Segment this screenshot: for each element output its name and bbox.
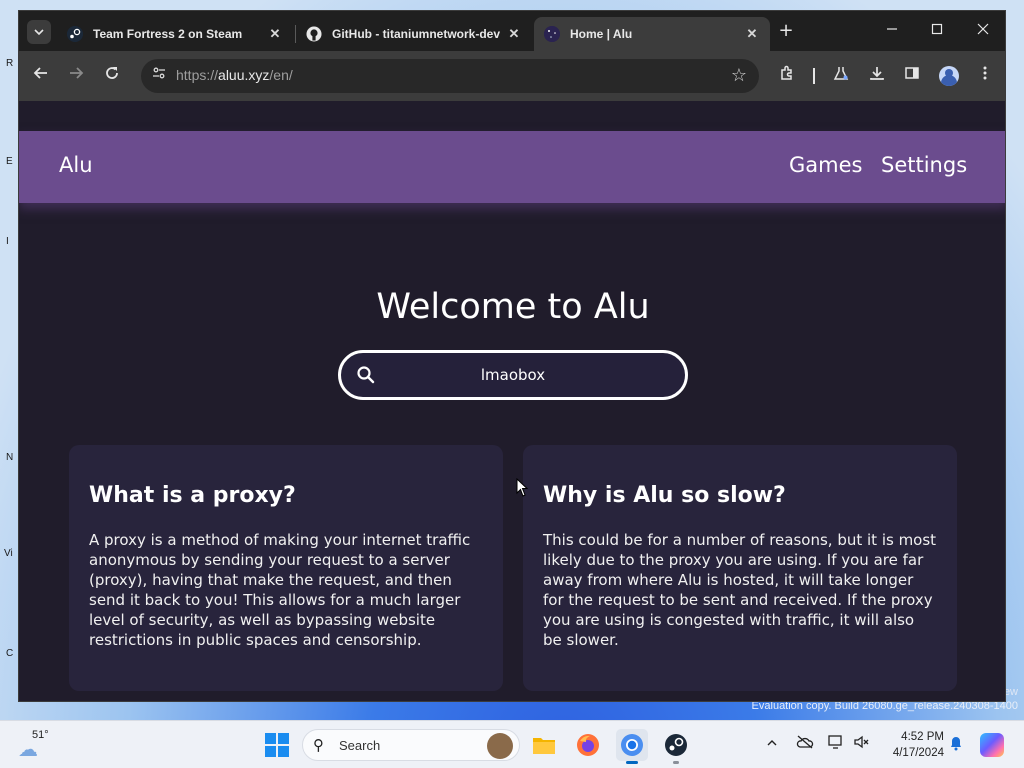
desktop-icon-label[interactable]: N xyxy=(6,452,13,463)
profile-avatar[interactable] xyxy=(939,66,959,86)
volume-muted-icon[interactable] xyxy=(852,735,872,755)
desktop-icon-strip: R E I N Vi C xyxy=(0,0,20,720)
side-panel-icon[interactable] xyxy=(899,63,925,89)
folder-icon xyxy=(533,738,555,754)
maximize-icon xyxy=(931,23,943,35)
github-icon xyxy=(306,26,322,42)
firefox-icon xyxy=(577,734,599,756)
system-clock[interactable]: 4:52 PM 4/17/2024 xyxy=(884,729,944,761)
minimize-button[interactable] xyxy=(870,19,914,43)
close-window-button[interactable] xyxy=(961,19,1005,43)
toolbar-divider xyxy=(813,68,815,84)
download-icon[interactable] xyxy=(864,63,890,89)
new-tab-button[interactable]: + xyxy=(775,21,797,43)
page-content: Alu Games Settings Welcome to Alu lmaobo… xyxy=(19,101,1005,701)
display-icon[interactable] xyxy=(826,735,846,755)
minimize-icon xyxy=(887,28,897,30)
file-explorer-app[interactable] xyxy=(528,729,560,761)
tab-strip: Team Fortress 2 on Steam ✕ GitHub - tita… xyxy=(19,11,1005,51)
running-app-indicator xyxy=(673,761,679,764)
tab-label: Home | Alu xyxy=(570,27,633,41)
reload-icon xyxy=(106,67,118,79)
nav-link-settings[interactable]: Settings xyxy=(881,153,967,177)
browser-window: Team Fortress 2 on Steam ✕ GitHub - tita… xyxy=(18,10,1006,702)
extensions-icon[interactable] xyxy=(774,63,800,89)
chrome-icon xyxy=(621,734,643,756)
address-bar[interactable]: https://aluu.xyz/en/ ☆ xyxy=(141,59,759,93)
card-body: This could be for a number of reasons, b… xyxy=(543,531,937,649)
card-title: What is a proxy? xyxy=(89,483,296,508)
browser-toolbar: https://aluu.xyz/en/ ☆ xyxy=(19,51,1005,101)
site-info-icon[interactable] xyxy=(149,66,169,86)
tab-team-fortress[interactable]: Team Fortress 2 on Steam ✕ xyxy=(57,17,293,51)
url-host: aluu.xyz xyxy=(218,67,270,83)
labs-flask-icon[interactable] xyxy=(828,63,854,89)
search-highlight-image xyxy=(487,733,513,759)
page-title: Welcome to Alu xyxy=(376,287,650,327)
url-text: https://aluu.xyz/en/ xyxy=(176,67,293,83)
close-icon[interactable]: ✕ xyxy=(744,26,760,42)
desktop-icon-label[interactable]: R xyxy=(6,58,13,69)
search-icon: ⚲ xyxy=(313,736,324,754)
close-icon[interactable]: ✕ xyxy=(506,26,522,42)
page-top-strip xyxy=(19,101,1005,131)
alu-icon xyxy=(544,26,560,42)
chrome-app[interactable] xyxy=(616,729,648,764)
site-navbar: Alu Games Settings xyxy=(19,131,1005,203)
tab-label: Team Fortress 2 on Steam xyxy=(93,27,243,41)
bookmark-star-icon[interactable]: ☆ xyxy=(731,65,747,86)
steam-icon xyxy=(67,26,83,42)
card-body: A proxy is a method of making your inter… xyxy=(89,531,471,649)
tab-github[interactable]: GitHub - titaniumnetwork-dev ✕ xyxy=(296,17,532,51)
arrow-right-icon xyxy=(70,67,84,79)
tab-label: GitHub - titaniumnetwork-dev xyxy=(332,27,500,41)
taskbar-search-placeholder: Search xyxy=(339,738,381,753)
url-path: /en/ xyxy=(269,67,293,83)
weather-widget[interactable]: ☁ 51° xyxy=(16,729,56,761)
url-scheme: https:// xyxy=(176,67,219,83)
arrow-left-icon xyxy=(33,67,47,79)
search-input-value[interactable]: lmaobox xyxy=(381,366,645,384)
desktop-icon-label[interactable]: E xyxy=(6,156,13,167)
close-icon xyxy=(977,23,989,35)
clock-date: 4/17/2024 xyxy=(892,747,944,759)
steam-app[interactable] xyxy=(660,729,692,764)
proxy-search-input[interactable]: lmaobox xyxy=(338,350,688,400)
forward-button[interactable] xyxy=(63,63,89,89)
active-app-indicator xyxy=(626,761,638,764)
taskbar: ☁ 51° ⚲ Search 4:52 PM 4/17/2024 xyxy=(0,720,1024,768)
mouse-cursor-icon xyxy=(516,478,528,497)
chevron-down-icon xyxy=(34,29,44,36)
watermark-line-1: ew xyxy=(1003,686,1018,698)
desktop-icon-label[interactable]: C xyxy=(6,648,13,659)
card-title: Why is Alu so slow? xyxy=(543,483,786,508)
close-icon[interactable]: ✕ xyxy=(267,26,283,42)
more-menu-icon[interactable] xyxy=(972,63,998,89)
nav-link-games[interactable]: Games xyxy=(789,153,862,177)
back-button[interactable] xyxy=(28,63,54,89)
site-logo[interactable]: Alu xyxy=(59,153,93,177)
start-button[interactable] xyxy=(265,733,289,757)
desktop-icon-label[interactable]: Vi xyxy=(4,548,13,559)
copilot-icon[interactable] xyxy=(980,733,1004,757)
onedrive-offline-icon[interactable] xyxy=(795,735,815,755)
search-icon xyxy=(357,366,375,384)
tab-home-alu[interactable]: Home | Alu ✕ xyxy=(534,17,770,51)
maximize-button[interactable] xyxy=(915,19,959,43)
tab-search-button[interactable] xyxy=(27,20,51,44)
reload-button[interactable] xyxy=(99,63,125,89)
desktop-icon-label[interactable]: I xyxy=(6,236,9,247)
clock-time: 4:52 PM xyxy=(901,731,944,743)
info-card-proxy: What is a proxy? A proxy is a method of … xyxy=(69,445,503,691)
info-card-slow: Why is Alu so slow? This could be for a … xyxy=(523,445,957,691)
weather-temperature: 51° xyxy=(32,729,49,741)
chevron-up-icon[interactable] xyxy=(762,735,782,755)
taskbar-search[interactable]: ⚲ Search xyxy=(302,729,520,761)
steam-icon xyxy=(665,734,687,756)
notification-bell-icon[interactable] xyxy=(946,735,966,755)
firefox-app[interactable] xyxy=(572,729,604,761)
